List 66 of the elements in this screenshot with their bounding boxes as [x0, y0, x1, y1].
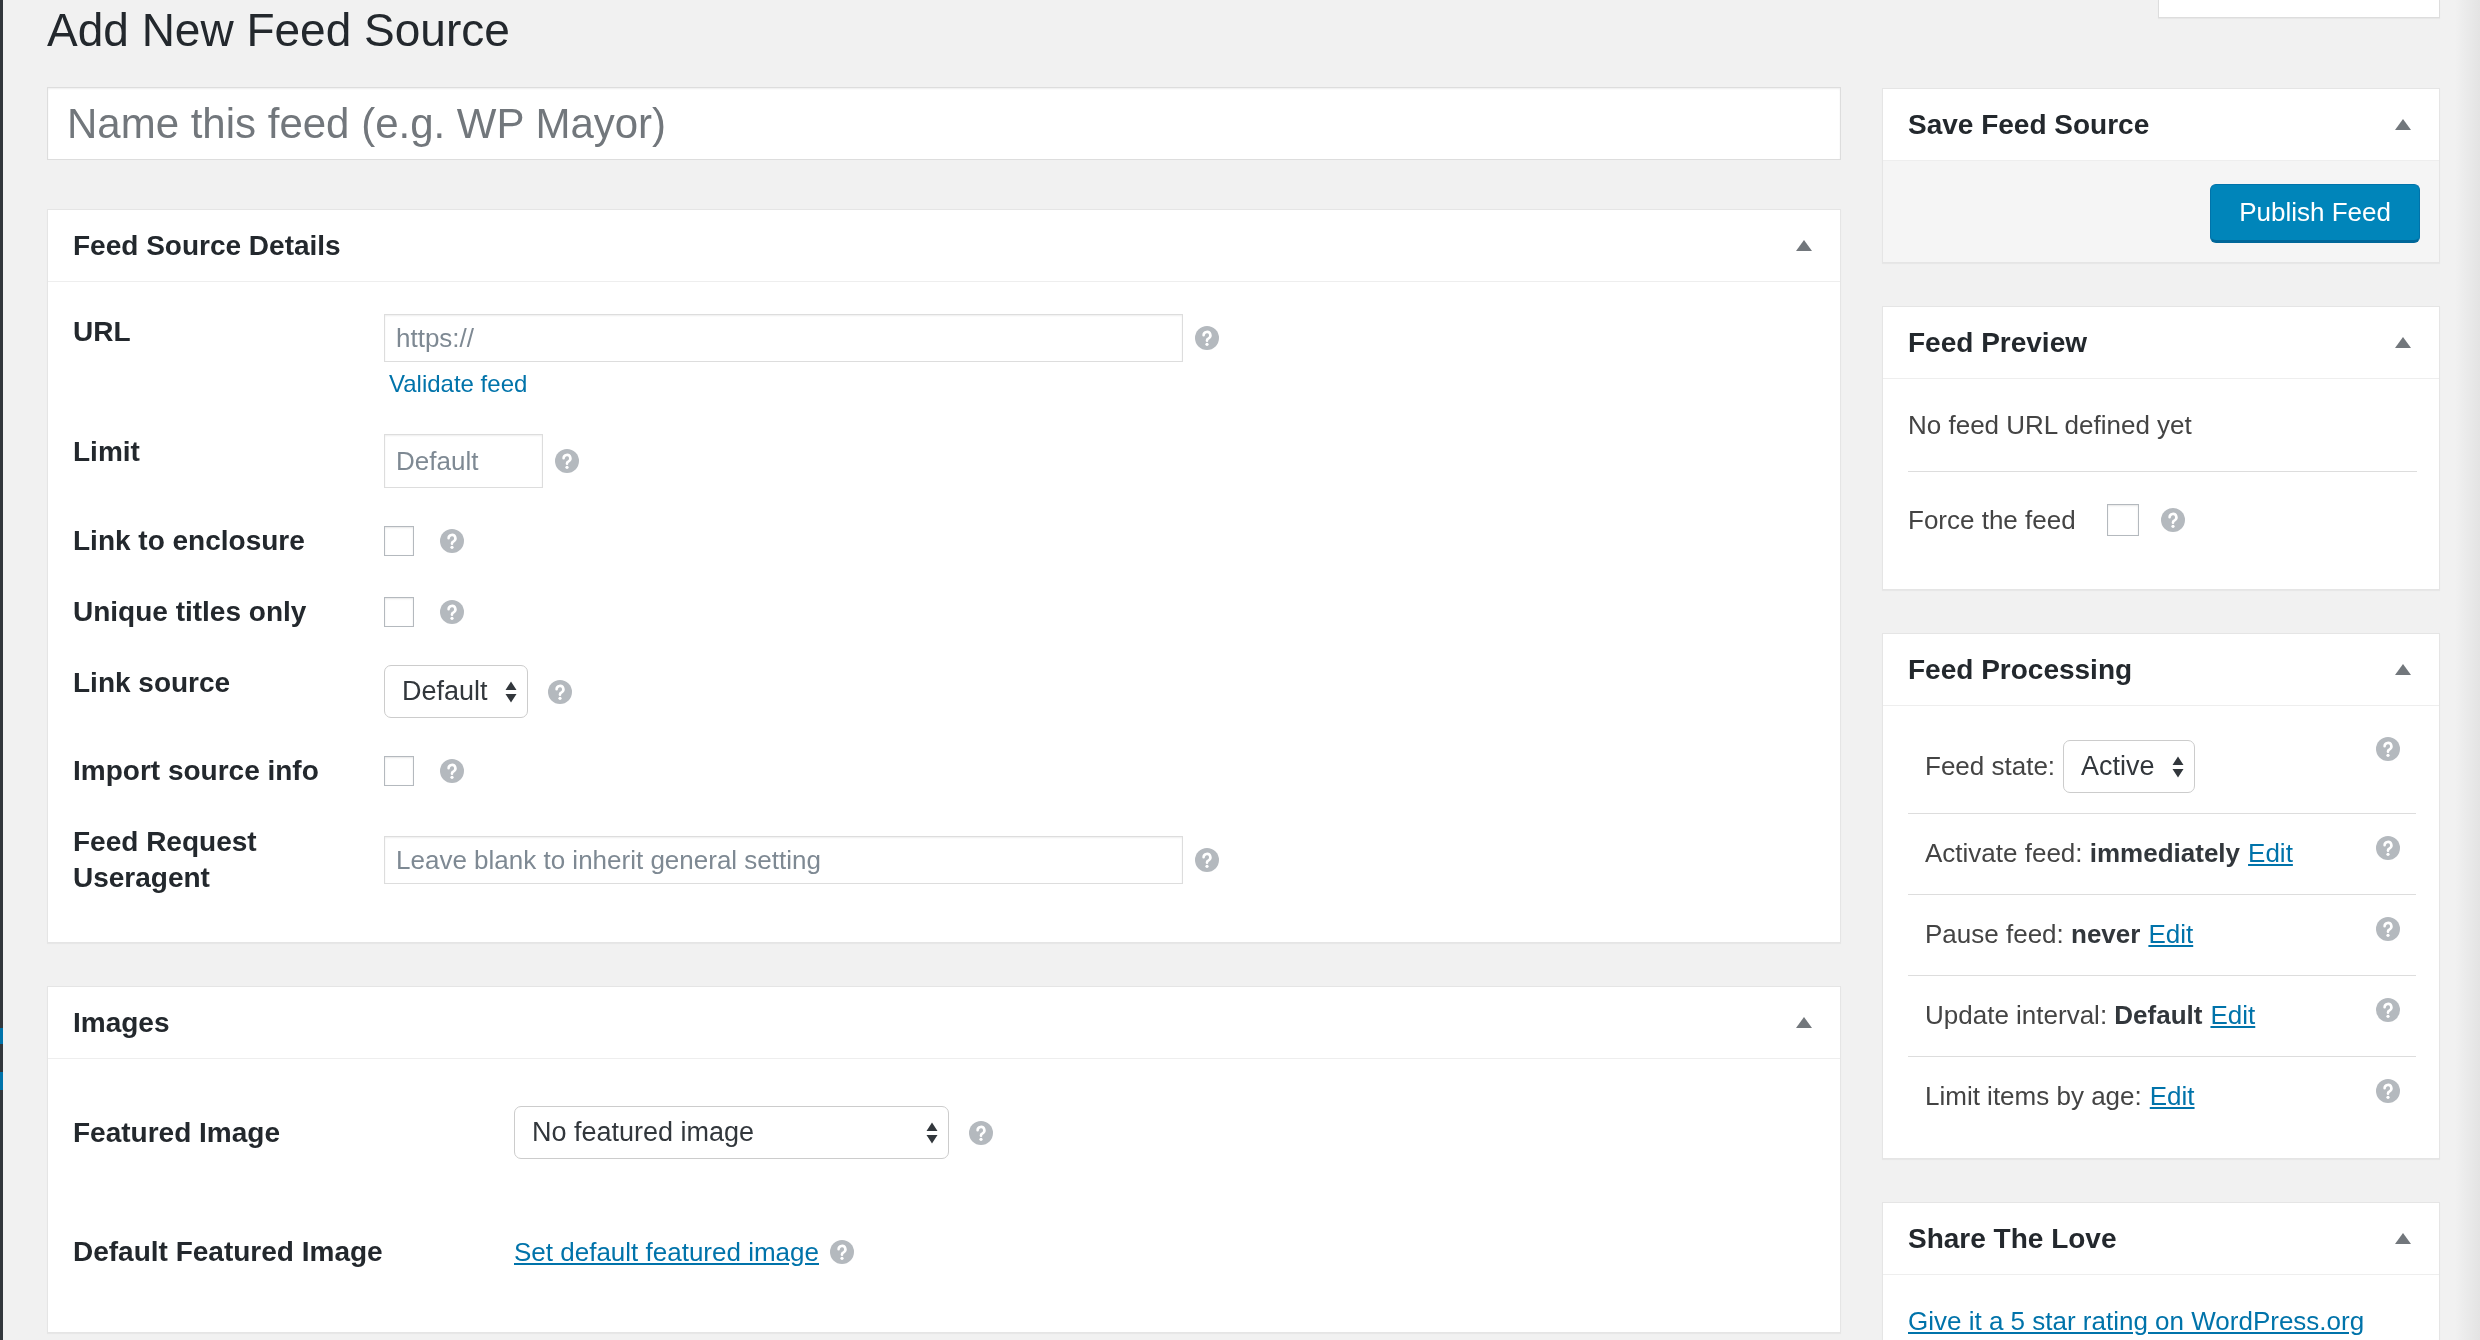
field-label: Unique titles only [73, 595, 308, 629]
caret-up-icon[interactable] [2395, 119, 2411, 130]
checkbox[interactable] [384, 597, 414, 627]
help-icon [555, 449, 579, 473]
caret-up-icon[interactable] [1796, 240, 1812, 251]
help-icon [2376, 836, 2400, 860]
field-label: URL [73, 315, 132, 349]
setting-text: Update interval: Default [1925, 999, 2203, 1032]
caret-up-icon[interactable] [2395, 664, 2411, 675]
option-label: Force the feed [1908, 504, 2076, 537]
help-icon [547, 679, 572, 704]
help-icon [2376, 917, 2400, 941]
updown-arrows-icon [504, 680, 517, 703]
checkbox[interactable] [384, 756, 414, 786]
title-field[interactable]: Name this feed (e.g. WP Mayor) [47, 87, 1841, 160]
updown-arrows-icon [2171, 755, 2184, 778]
field-label: Featured Image [73, 1115, 281, 1150]
number-field[interactable]: Default [384, 434, 543, 488]
state-label: Feed state: [1925, 750, 2056, 783]
edit-link[interactable]: Edit [2149, 1078, 2195, 1114]
caret-up-icon[interactable] [1796, 1017, 1812, 1028]
checkbox[interactable] [2106, 504, 2139, 536]
help-icon [830, 1240, 854, 1264]
dropdown[interactable]: Active [2063, 740, 2195, 793]
help-icon [440, 529, 464, 553]
help-icon [1195, 848, 1219, 872]
help-icon [2160, 508, 2185, 532]
edit-link[interactable]: Edit [2148, 916, 2194, 952]
panel-title: Images [73, 1005, 170, 1040]
preview-message: No feed URL defined yet [1908, 409, 2193, 442]
edit-link[interactable]: Edit [2248, 835, 2293, 871]
help-icon [2376, 998, 2400, 1022]
publish-button[interactable]: Publish Feed [2210, 184, 2420, 243]
panel-title: Feed Preview [1908, 325, 2087, 360]
setting-text: Activate feed: immediately [1925, 837, 2241, 870]
field-label: Link source [73, 666, 232, 700]
field-label: Feed Request Useragent [73, 825, 258, 895]
help-icon [2376, 737, 2400, 761]
featured-image-link[interactable]: Set default featured image [514, 1234, 819, 1270]
field-label: Link to enclosure [73, 524, 306, 558]
field-label: Limit [73, 435, 141, 469]
checkbox[interactable] [384, 526, 414, 556]
panel-title: Feed Processing [1908, 652, 2133, 687]
field-label: Default Featured Image [73, 1235, 384, 1269]
caret-up-icon[interactable] [2395, 337, 2411, 348]
updown-arrows-icon [926, 1121, 938, 1144]
validate-link[interactable]: Validate feed [384, 369, 528, 399]
help-icon [1195, 326, 1219, 350]
rating-link[interactable]: Give it a 5 star rating on WordPress.org [1908, 1306, 2365, 1336]
page-title: Add New Feed Source [47, 3, 510, 58]
help-icon [969, 1120, 993, 1145]
text-field[interactable]: https:// [384, 314, 1183, 362]
caret-up-icon[interactable] [2395, 1233, 2411, 1244]
help-icon [440, 600, 464, 624]
panel-title: Feed Source Details [73, 228, 341, 263]
panel-title: Share The Love [1908, 1221, 2117, 1256]
edit-link[interactable]: Edit [2210, 997, 2256, 1033]
setting-text: Pause feed: never [1925, 918, 2141, 951]
text-field[interactable]: Leave blank to inherit general setting [384, 836, 1183, 884]
help-icon [440, 759, 464, 783]
dropdown[interactable]: Default [384, 665, 528, 718]
panel-title: Save Feed Source [1908, 107, 2150, 142]
setting-text: Limit items by age: [1925, 1080, 2142, 1113]
dropdown[interactable]: No featured image [514, 1106, 949, 1159]
help-icon [2376, 1079, 2400, 1103]
field-label: Import source info [73, 754, 320, 788]
